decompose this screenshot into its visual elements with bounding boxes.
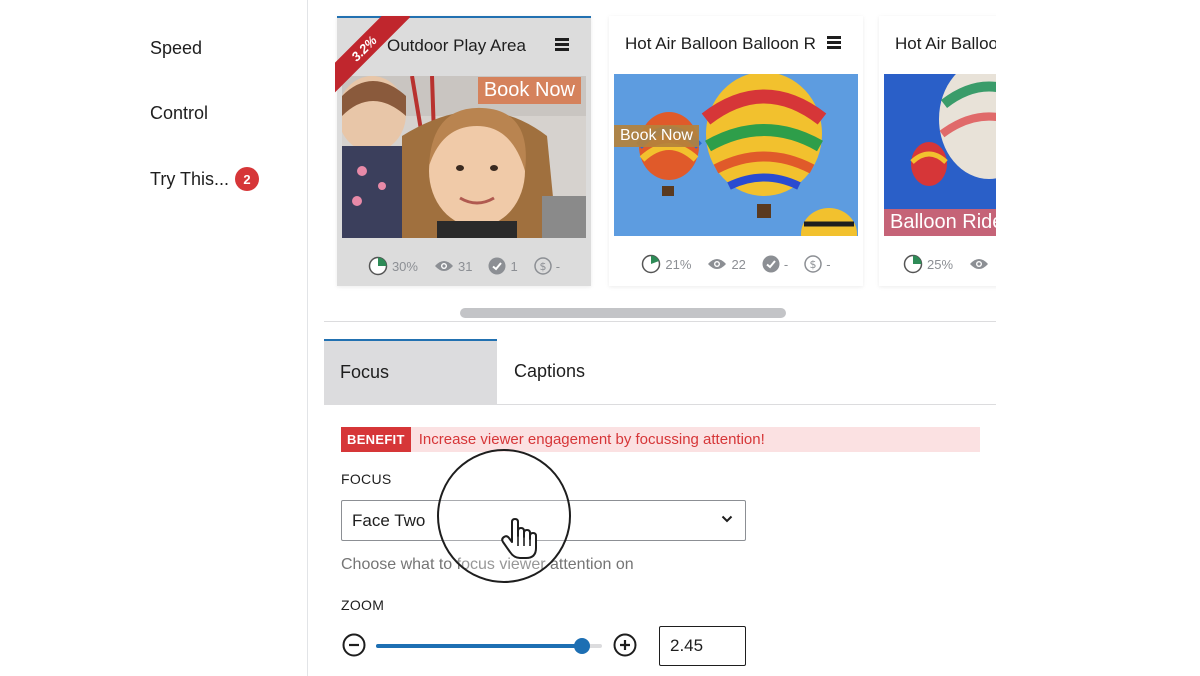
scrollbar-thumb[interactable] [460, 308, 786, 318]
stat-value: 21% [665, 256, 692, 272]
eye-icon [434, 261, 453, 271]
ribbon-label: 3.2% [335, 16, 411, 95]
overlay-caption: Balloon Rides [884, 209, 996, 236]
pie-icon [642, 254, 661, 274]
sidebar: Speed Control Try This... 2 [0, 0, 308, 676]
dollar-icon: $ [804, 255, 822, 273]
focus-select[interactable]: Face Two [341, 500, 746, 541]
sidebar-item-label: Speed [150, 38, 203, 58]
stat-conversions: 1 [488, 257, 518, 275]
pie-icon [903, 254, 923, 274]
benefit-text: Increase viewer engagement by focussing … [418, 431, 765, 448]
check-icon [762, 255, 780, 273]
variant-carousel: Outdoor Play Area Book Now 3.2% 30% 31 1… [324, 0, 996, 322]
zoom-out-icon[interactable] [342, 633, 366, 657]
pie-icon [368, 256, 388, 276]
stat-value: - [783, 256, 789, 272]
zoom-slider[interactable] [376, 638, 602, 654]
stat-value: 30% [391, 258, 418, 274]
sidebar-item-control[interactable]: Control [150, 103, 208, 124]
focus-selected-value: Face Two [352, 510, 426, 530]
check-icon [488, 257, 506, 275]
card-thumbnail: Book Now [342, 76, 586, 238]
stat-value: - [555, 258, 561, 274]
menu-icon[interactable] [555, 38, 569, 51]
stat-value: 1 [510, 258, 518, 274]
card-thumbnail: Balloon Rides [884, 74, 996, 236]
performance-ribbon: 3.2% [335, 16, 415, 96]
tab-label: Captions [514, 361, 586, 381]
count-badge: 2 [235, 167, 260, 191]
stat-views: 31 [434, 259, 472, 274]
overlay-caption: Book Now [477, 77, 581, 104]
tab-label: Focus [340, 362, 390, 382]
sidebar-item-label: Try This... [150, 168, 230, 189]
eye-icon [708, 259, 727, 269]
focus-help-text: Choose what to focus viewer attention on [341, 556, 634, 573]
stat-value: 25% [927, 256, 954, 272]
overlay-caption: Book Now [614, 125, 699, 147]
zoom-label: ZOOM [341, 597, 385, 613]
chevron-down-icon [721, 515, 733, 523]
stat-value: - [826, 256, 831, 272]
horizontal-scrollbar[interactable] [324, 304, 996, 322]
stat-views: 22 [707, 256, 746, 272]
stat-revenue: $ - [804, 255, 831, 273]
balloon-photo [614, 74, 858, 236]
card-title: Hot Air Balloon [895, 34, 996, 53]
svg-text:$: $ [810, 258, 817, 271]
slider-fill [376, 644, 582, 648]
tab-captions[interactable]: Captions [497, 339, 617, 404]
stat-conversions: - [762, 255, 788, 273]
stat-progress: 21% [641, 254, 691, 274]
card-title: Hot Air Balloon Balloon Rides [625, 34, 815, 53]
stat-value: 31 [457, 258, 473, 274]
stat-revenue: $ - [533, 257, 561, 275]
benefit-banner: BENEFIT Increase viewer engagement by fo… [341, 427, 980, 452]
card-thumbnail: Book Now [614, 74, 858, 236]
zoom-in-icon[interactable] [613, 633, 637, 657]
focus-label: FOCUS [341, 471, 392, 487]
stat-views [969, 257, 989, 271]
benefit-tag: BENEFIT [341, 427, 411, 452]
variant-card[interactable]: Hot Air Balloon Balloon Rides 25% [879, 16, 996, 286]
card-stats: 21% 22 - $ - [609, 254, 863, 274]
sidebar-item-try-this[interactable]: Try This... 2 [150, 167, 260, 191]
sidebar-item-speed[interactable]: Speed [150, 38, 202, 59]
zoom-value-input[interactable]: 2.45 [659, 626, 746, 666]
sidebar-item-label: Control [150, 103, 209, 123]
card-stats: 30% 31 1 $ - [337, 256, 591, 276]
dollar-icon: $ [533, 257, 552, 275]
settings-tabs: Focus Captions [324, 339, 996, 405]
tab-focus[interactable]: Focus [324, 339, 497, 404]
variant-card[interactable]: Hot Air Balloon Balloon Rides [609, 16, 863, 286]
stat-progress: 25% [903, 254, 953, 274]
eye-icon [970, 259, 989, 269]
slider-handle[interactable] [573, 638, 590, 654]
stat-value: 22 [731, 256, 746, 272]
svg-text:$: $ [539, 260, 546, 273]
stat-progress: 30% [368, 256, 418, 276]
menu-icon[interactable] [827, 36, 841, 49]
variant-card[interactable]: Outdoor Play Area Book Now 3.2% 30% 31 1… [335, 16, 591, 286]
card-stats: 25% [903, 254, 996, 274]
